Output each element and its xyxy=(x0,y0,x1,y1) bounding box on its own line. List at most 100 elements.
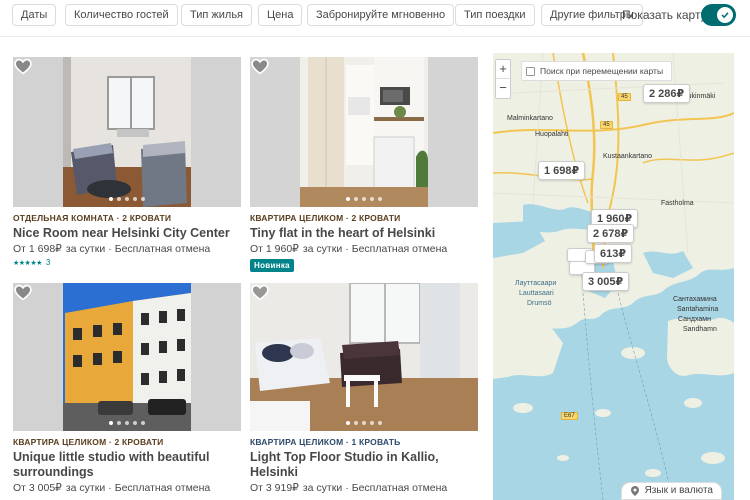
cancellation-note: Бесплатная отмена xyxy=(351,243,448,255)
map-label: Lauttasaari xyxy=(519,290,554,297)
listing-rating: ★★★★★ 3 xyxy=(13,258,241,267)
carousel-dot[interactable] xyxy=(117,197,121,201)
map-label: Сандхамн xyxy=(678,316,711,323)
map-label: Drumsö xyxy=(527,300,552,307)
listing-card[interactable]: Квартира целиком · 1 кровать Light Top F… xyxy=(250,283,478,494)
price-period: за сутки xyxy=(302,482,343,494)
listing-price: От 3 005₽ xyxy=(13,482,62,494)
price-pin[interactable]: 2 678₽ xyxy=(587,224,635,243)
listing-title[interactable]: Light Top Floor Studio in Kallio, Helsin… xyxy=(250,450,478,480)
map-zoom-controls: + − xyxy=(495,59,511,99)
carousel-dot[interactable] xyxy=(117,421,121,425)
filter-bar: Даты Количество гостей Тип жилья Цена За… xyxy=(0,0,750,30)
carousel-dot[interactable] xyxy=(354,197,358,201)
listing-price-line: От 1 698₽ за сутки · Бесплатная отмена xyxy=(13,243,211,255)
filter-guests-button[interactable]: Количество гостей xyxy=(65,4,178,26)
favorite-heart-icon[interactable] xyxy=(13,57,33,75)
map-label: Kustaankartano xyxy=(603,153,653,160)
favorite-heart-icon[interactable] xyxy=(250,283,270,301)
listing-title[interactable]: Tiny flat in the heart of Helsinki xyxy=(250,226,478,241)
listing-price: От 1 960₽ xyxy=(250,243,299,255)
listing-card[interactable]: Отдельная комната · 2 кровати Nice Room … xyxy=(13,57,241,267)
location-pin-icon xyxy=(630,486,639,496)
cancellation-note: Бесплатная отмена xyxy=(114,482,211,494)
photo-carousel-dots xyxy=(13,421,241,425)
map-label: Сантахамина xyxy=(673,296,717,303)
listing-card[interactable]: Квартира целиком · 2 кровати Unique litt… xyxy=(13,283,241,494)
filter-dates-button[interactable]: Даты xyxy=(12,4,57,26)
search-on-move-label: Поиск при перемещении карты xyxy=(540,66,664,76)
carousel-dot[interactable] xyxy=(125,421,129,425)
price-pin[interactable]: 2 286₽ xyxy=(643,84,691,103)
map-label: Huopalahti xyxy=(535,131,569,138)
price-pin[interactable]: 613₽ xyxy=(594,244,633,263)
carousel-dot[interactable] xyxy=(370,197,374,201)
map-label: Sandhamn xyxy=(683,326,717,333)
listing-price-line: От 3 919₽ за сутки · Бесплатная отмена xyxy=(250,482,448,494)
search-on-move-control[interactable]: Поиск при перемещении карты xyxy=(521,61,673,81)
price-period: за сутки xyxy=(65,243,106,255)
search-on-move-checkbox[interactable] xyxy=(526,66,535,76)
carousel-dot[interactable] xyxy=(346,197,350,201)
listing-type: Отдельная комната · 2 кровати xyxy=(13,213,172,223)
map-view[interactable]: + − Поиск при перемещении карты 45 45 E6… xyxy=(493,53,734,500)
filter-price-button[interactable]: Цена xyxy=(258,4,303,26)
listing-title[interactable]: Unique little studio with beautiful surr… xyxy=(13,450,241,480)
listing-price: От 3 919₽ xyxy=(250,482,299,494)
cancellation-note: Бесплатная отмена xyxy=(351,482,448,494)
favorite-heart-icon[interactable] xyxy=(13,283,33,301)
carousel-dot[interactable] xyxy=(354,421,358,425)
listing-type: Квартира целиком · 2 кровати xyxy=(13,437,164,447)
carousel-dot[interactable] xyxy=(378,421,382,425)
carousel-dot[interactable] xyxy=(378,197,382,201)
carousel-dot[interactable] xyxy=(370,421,374,425)
listing-title[interactable]: Nice Room near Helsinki City Center xyxy=(13,226,241,241)
road-shield: 45 xyxy=(600,121,613,129)
carousel-dot[interactable] xyxy=(109,197,113,201)
listing-price-line: От 3 005₽ за сутки · Бесплатная отмена xyxy=(13,482,211,494)
filter-trip-type-button[interactable]: Тип поездки xyxy=(455,4,535,26)
listing-type: Квартира целиком · 2 кровати xyxy=(250,213,401,223)
carousel-dot[interactable] xyxy=(141,421,145,425)
zoom-in-button[interactable]: + xyxy=(496,60,510,79)
listing-card[interactable]: Квартира целиком · 2 кровати Tiny flat i… xyxy=(250,57,478,273)
listing-price-line: От 1 960₽ за сутки · Бесплатная отмена xyxy=(250,243,448,255)
road-shield: E67 xyxy=(561,412,578,420)
room-photo xyxy=(13,57,241,207)
filter-instant-book-button[interactable]: Забронируйте мгновенно xyxy=(307,4,455,26)
show-map-toggle[interactable] xyxy=(701,4,736,26)
price-pin[interactable]: 1 698₽ xyxy=(538,161,586,180)
toggle-knob xyxy=(717,7,733,23)
map-label: Malminkartano xyxy=(507,115,553,122)
carousel-dot[interactable] xyxy=(133,421,137,425)
building-photo xyxy=(13,283,241,431)
listing-photo[interactable] xyxy=(250,283,478,431)
price-pin[interactable]: 3 005₽ xyxy=(582,272,630,291)
flat-photo xyxy=(250,57,478,207)
listing-photo[interactable] xyxy=(13,283,241,431)
carousel-dot[interactable] xyxy=(362,197,366,201)
listing-photo[interactable] xyxy=(250,57,478,207)
listing-price: От 1 698₽ xyxy=(13,243,62,255)
zoom-out-button[interactable]: − xyxy=(496,79,510,98)
show-map-label: Показать карту xyxy=(622,8,707,22)
carousel-dot[interactable] xyxy=(133,197,137,201)
carousel-dot[interactable] xyxy=(109,421,113,425)
carousel-dot[interactable] xyxy=(141,197,145,201)
photo-carousel-dots xyxy=(250,421,478,425)
carousel-dot[interactable] xyxy=(346,421,350,425)
language-currency-button[interactable]: Язык и валюта xyxy=(620,482,722,500)
language-currency-label: Язык и валюта xyxy=(644,485,713,496)
studio-photo xyxy=(250,283,478,431)
rating-count: 3 xyxy=(45,258,51,267)
listing-photo[interactable] xyxy=(13,57,241,207)
cancellation-note: Бесплатная отмена xyxy=(114,243,211,255)
favorite-heart-icon[interactable] xyxy=(250,57,270,75)
checkmark-icon xyxy=(721,12,729,19)
rating-stars: ★★★★★ xyxy=(13,259,42,267)
map-label: Fastholma xyxy=(661,200,694,207)
filter-home-type-button[interactable]: Тип жилья xyxy=(181,4,253,26)
carousel-dot[interactable] xyxy=(125,197,129,201)
filter-divider xyxy=(0,36,750,37)
carousel-dot[interactable] xyxy=(362,421,366,425)
